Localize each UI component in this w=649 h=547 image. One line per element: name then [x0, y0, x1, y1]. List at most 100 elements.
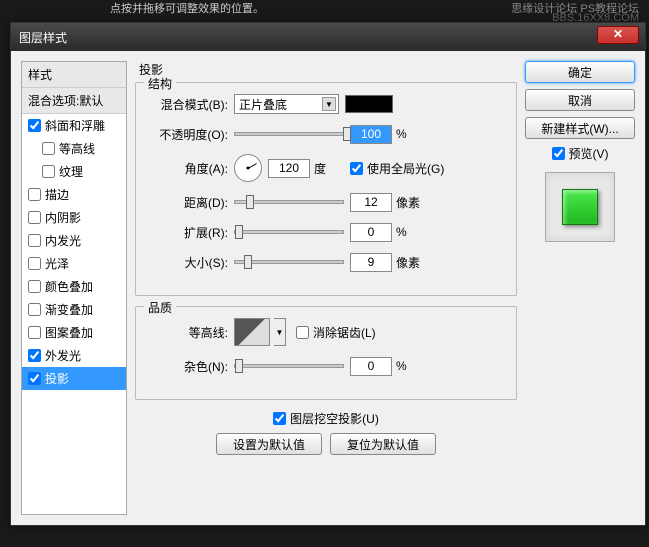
angle-input[interactable] [268, 159, 310, 178]
spread-input[interactable] [350, 223, 392, 242]
style-item-label: 斜面和浮雕 [45, 117, 105, 134]
ok-button[interactable]: 确定 [525, 61, 635, 83]
chevron-down-icon: ▼ [322, 97, 336, 111]
style-item-label: 渐变叠加 [45, 301, 93, 318]
style-item-label: 描边 [45, 186, 69, 203]
style-list: 样式 混合选项:默认 斜面和浮雕等高线纹理描边内阴影内发光光泽颜色叠加渐变叠加图… [21, 61, 127, 515]
quality-group: 品质 等高线: ▼ 消除锯齿(L) 杂色(N): % [135, 306, 517, 400]
noise-slider[interactable] [234, 364, 344, 368]
style-item-check[interactable] [28, 211, 41, 224]
hint-text: 点按并拖移可调整效果的位置。 [110, 0, 264, 16]
noise-input[interactable] [350, 357, 392, 376]
blend-mode-combo[interactable]: 正片叠底 ▼ [234, 94, 339, 114]
angle-unit: 度 [314, 160, 344, 177]
global-light-check[interactable] [350, 162, 363, 175]
antialias-check[interactable] [296, 326, 309, 339]
preview-box [545, 172, 615, 242]
style-item-5[interactable]: 内发光 [22, 229, 126, 252]
style-item-label: 图案叠加 [45, 324, 93, 341]
structure-group: 结构 混合模式(B): 正片叠底 ▼ 不透明度(O): % 角度( [135, 82, 517, 296]
knockout-label: 图层挖空投影(U) [290, 410, 379, 427]
set-default-button[interactable]: 设置为默认值 [216, 433, 322, 455]
style-item-8[interactable]: 渐变叠加 [22, 298, 126, 321]
style-item-6[interactable]: 光泽 [22, 252, 126, 275]
global-light-label: 使用全局光(G) [367, 160, 444, 177]
blend-mode-label: 混合模式(B): [148, 96, 228, 113]
right-panel: 确定 取消 新建样式(W)... 预览(V) [525, 61, 635, 515]
angle-label: 角度(A): [148, 160, 228, 177]
opacity-slider[interactable] [234, 132, 344, 136]
style-item-check[interactable] [28, 372, 41, 385]
style-item-0[interactable]: 斜面和浮雕 [22, 114, 126, 137]
knockout-check[interactable] [273, 412, 286, 425]
opacity-unit: % [396, 127, 426, 141]
main-panel: 投影 结构 混合模式(B): 正片叠底 ▼ 不透明度(O): % [135, 61, 517, 515]
dialog-title: 图层样式 [19, 29, 67, 46]
panel-title: 投影 [135, 61, 517, 78]
size-label: 大小(S): [148, 254, 228, 271]
style-item-label: 光泽 [45, 255, 69, 272]
antialias-checkbox[interactable]: 消除锯齿(L) [296, 324, 376, 341]
style-item-label: 内发光 [45, 232, 81, 249]
titlebar[interactable]: 图层样式 ✕ [11, 23, 645, 51]
new-style-button[interactable]: 新建样式(W)... [525, 117, 635, 139]
blend-mode-value: 正片叠底 [239, 96, 287, 113]
quality-group-title: 品质 [144, 299, 176, 316]
style-item-3[interactable]: 描边 [22, 183, 126, 206]
style-list-header-styles[interactable]: 样式 [22, 62, 126, 88]
noise-label: 杂色(N): [148, 358, 228, 375]
style-item-11[interactable]: 投影 [22, 367, 126, 390]
style-item-check[interactable] [28, 188, 41, 201]
size-slider[interactable] [234, 260, 344, 264]
style-item-9[interactable]: 图案叠加 [22, 321, 126, 344]
spread-label: 扩展(R): [148, 224, 228, 241]
opacity-input[interactable] [350, 125, 392, 144]
noise-unit: % [396, 359, 426, 373]
spread-slider[interactable] [234, 230, 344, 234]
knockout-checkbox[interactable]: 图层挖空投影(U) [135, 410, 517, 427]
style-item-check[interactable] [28, 119, 41, 132]
style-item-label: 颜色叠加 [45, 278, 93, 295]
style-item-check[interactable] [28, 280, 41, 293]
style-item-7[interactable]: 颜色叠加 [22, 275, 126, 298]
contour-picker[interactable] [234, 318, 270, 346]
style-item-label: 等高线 [59, 140, 95, 157]
style-item-check[interactable] [42, 142, 55, 155]
style-item-check[interactable] [28, 257, 41, 270]
reset-default-button[interactable]: 复位为默认值 [330, 433, 436, 455]
style-item-10[interactable]: 外发光 [22, 344, 126, 367]
distance-slider[interactable] [234, 200, 344, 204]
distance-unit: 像素 [396, 194, 426, 211]
style-item-2[interactable]: 纹理 [22, 160, 126, 183]
cancel-button[interactable]: 取消 [525, 89, 635, 111]
style-item-label: 外发光 [45, 347, 81, 364]
size-unit: 像素 [396, 254, 426, 271]
size-input[interactable] [350, 253, 392, 272]
style-item-check[interactable] [42, 165, 55, 178]
shadow-color-swatch[interactable] [345, 95, 393, 113]
distance-input[interactable] [350, 193, 392, 212]
spread-unit: % [396, 225, 426, 239]
global-light-checkbox[interactable]: 使用全局光(G) [350, 160, 444, 177]
style-item-label: 投影 [45, 370, 69, 387]
contour-dropdown-icon[interactable]: ▼ [274, 318, 286, 346]
style-list-header-blend[interactable]: 混合选项:默认 [22, 88, 126, 114]
layer-style-dialog: 图层样式 ✕ 样式 混合选项:默认 斜面和浮雕等高线纹理描边内阴影内发光光泽颜色… [10, 22, 646, 526]
style-item-4[interactable]: 内阴影 [22, 206, 126, 229]
distance-label: 距离(D): [148, 194, 228, 211]
style-item-label: 纹理 [59, 163, 83, 180]
style-item-1[interactable]: 等高线 [22, 137, 126, 160]
structure-group-title: 结构 [144, 75, 176, 92]
style-item-check[interactable] [28, 349, 41, 362]
preview-label: 预览(V) [569, 145, 609, 162]
preview-check[interactable] [552, 147, 565, 160]
style-item-check[interactable] [28, 326, 41, 339]
style-item-check[interactable] [28, 234, 41, 247]
antialias-label: 消除锯齿(L) [313, 324, 376, 341]
close-button[interactable]: ✕ [597, 26, 639, 44]
angle-dial[interactable] [234, 154, 262, 182]
opacity-label: 不透明度(O): [148, 126, 228, 143]
contour-label: 等高线: [148, 324, 228, 341]
style-item-check[interactable] [28, 303, 41, 316]
preview-swatch [562, 189, 598, 225]
